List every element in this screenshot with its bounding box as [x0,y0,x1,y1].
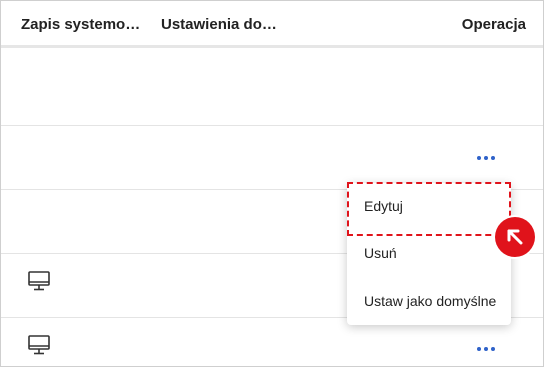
menu-item-edit[interactable]: Edytuj [347,183,511,230]
menu-item-label: Usuń [364,245,397,261]
menu-item-label: Ustaw jako domyślne [364,293,497,309]
table-row [1,48,543,126]
arrow-up-left-icon [507,229,523,245]
monitor-icon [28,271,50,291]
table-row [1,126,543,190]
more-actions-icon[interactable] [477,344,497,354]
column-header-operation: Operacja [461,16,526,33]
column-header-system-record[interactable]: Zapis systemo… [21,16,140,33]
more-actions-icon[interactable] [477,153,497,163]
menu-item-set-default[interactable]: Ustaw jako domyślne [347,278,511,325]
table-window: Zapis systemo… Ustawienia do… Operacja E… [0,0,544,367]
table-row [1,318,543,366]
column-header-default-settings[interactable]: Ustawienia do… [161,16,277,33]
context-menu: Edytuj Usuń Ustaw jako domyślne [347,183,511,325]
menu-item-label: Edytuj [364,198,403,214]
click-pointer-badge [495,217,535,257]
table-header: Zapis systemo… Ustawienia do… Operacja [1,1,543,48]
monitor-icon [28,335,50,355]
menu-item-delete[interactable]: Usuń [347,230,511,277]
